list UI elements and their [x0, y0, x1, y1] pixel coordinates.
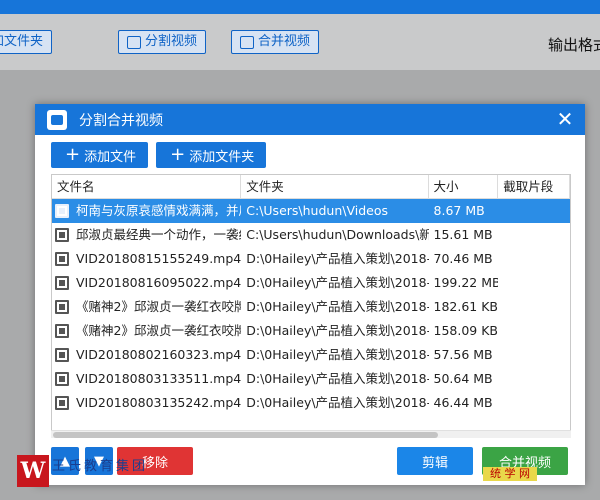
video-file-icon	[55, 252, 69, 266]
add-folder-label: 加文件夹	[0, 34, 44, 49]
add-folder-label: 添加文件夹	[189, 149, 255, 165]
table-row[interactable]: 邱淑贞最经典一个动作，一袭红 C:\Users\hudun\Downloads\…	[52, 223, 570, 247]
app-toolbar: 加文件夹 分割视频 合并视频 输出格式	[0, 14, 600, 70]
crop-icon	[127, 35, 141, 49]
filename-cell: 邱淑贞最经典一个动作，一袭红	[52, 223, 241, 247]
dialog-title-bar: 分割合并视频 ✕	[35, 104, 585, 135]
table-row[interactable]: 《赌神2》邱淑贞一袭红衣咬牌 D:\0Hailey\产品植入策划\2018-08…	[52, 295, 570, 319]
folder-cell: C:\Users\hudun\Videos	[246, 203, 388, 218]
folder-cell: D:\0Hailey\产品植入策划\2018-08	[246, 251, 429, 266]
clip-cell	[498, 295, 570, 319]
add-file-label: 添加文件	[84, 149, 137, 165]
video-file-icon	[55, 228, 69, 242]
split-video-label: 分割视频	[145, 34, 198, 49]
clip-cell	[498, 391, 570, 415]
copy-icon	[240, 35, 254, 49]
edit-button[interactable]: 剪辑	[397, 447, 473, 475]
add-file-button[interactable]: + 添加文件	[51, 142, 149, 168]
filename-cell: VID20180803133511.mp4	[52, 367, 241, 391]
watermark-text: 王氏教育集团	[52, 459, 149, 474]
folder-cell: D:\0Hailey\产品植入策划\2018-08	[246, 395, 429, 410]
filename-cell: 柯南与灰原哀感情戏满满，并肩	[52, 199, 241, 223]
clip-cell	[498, 247, 570, 271]
table-row[interactable]: VID20180816095022.mp4 D:\0Hailey\产品植入策划\…	[52, 271, 570, 295]
video-file-icon	[55, 372, 69, 386]
clip-cell	[498, 271, 570, 295]
table-row[interactable]: 《赌神2》邱淑贞一袭红衣咬牌 D:\0Hailey\产品植入策划\2018-08…	[52, 319, 570, 343]
size-cell: 57.56 MB	[433, 347, 493, 362]
scrollbar-thumb[interactable]	[53, 432, 438, 438]
split-merge-dialog: 分割合并视频 ✕ + 添加文件 + 添加文件夹 文件名 文件夹 大小 截取片段 …	[35, 104, 585, 485]
column-header-folder[interactable]: 文件夹	[241, 175, 429, 199]
size-cell: 158.09 KB	[433, 323, 498, 338]
merge-video-button[interactable]: 合并视频	[231, 30, 320, 54]
dialog-actions: + 添加文件 + 添加文件夹	[51, 142, 267, 168]
watermark-badge: 统 学 网	[483, 467, 537, 481]
table-row[interactable]: VID20180815155249.mp4 D:\0Hailey\产品植入策划\…	[52, 247, 570, 271]
filename-text: VID20180802160323.mp4	[76, 347, 242, 362]
filename-cell: VID20180816095022.mp4	[52, 271, 241, 295]
column-header-size[interactable]: 大小	[429, 175, 499, 199]
video-file-icon	[55, 204, 69, 218]
filename-text: 《赌神2》邱淑贞一袭红衣咬牌	[76, 323, 242, 338]
video-file-icon	[55, 300, 69, 314]
folder-cell: D:\0Hailey\产品植入策划\2018-08	[246, 347, 429, 362]
merge-video-label: 合并视频	[258, 34, 311, 49]
filename-cell: 《赌神2》邱淑贞一袭红衣咬牌	[52, 319, 241, 343]
column-header-clip[interactable]: 截取片段	[498, 175, 570, 199]
add-folder-button[interactable]: + 添加文件夹	[156, 142, 267, 168]
video-file-icon	[55, 396, 69, 410]
plus-icon: +	[65, 144, 81, 165]
table-row[interactable]: 柯南与灰原哀感情戏满满，并肩 C:\Users\hudun\Videos 8.6…	[52, 199, 570, 223]
clip-cell	[498, 319, 570, 343]
table-header: 文件名 文件夹 大小 截取片段	[52, 175, 570, 199]
video-file-icon	[55, 348, 69, 362]
size-cell: 8.67 MB	[433, 203, 485, 218]
horizontal-scrollbar[interactable]	[51, 430, 571, 438]
size-cell: 50.64 MB	[433, 371, 493, 386]
dialog-title: 分割合并视频	[79, 112, 163, 129]
size-cell: 199.22 MB	[433, 275, 499, 290]
column-header-filename[interactable]: 文件名	[52, 175, 242, 199]
edit-label: 剪辑	[421, 455, 448, 471]
folder-cell: D:\0Hailey\产品植入策划\2018-08	[246, 275, 429, 290]
filename-text: 柯南与灰原哀感情戏满满，并肩	[76, 203, 242, 218]
filename-text: VID20180815155249.mp4	[76, 251, 242, 266]
clip-cell	[498, 367, 570, 391]
filename-text: VID20180816095022.mp4	[76, 275, 242, 290]
size-cell: 70.46 MB	[433, 251, 493, 266]
filename-cell: 《赌神2》邱淑贞一袭红衣咬牌	[52, 295, 241, 319]
plus-icon: +	[170, 144, 186, 165]
filename-cell: VID20180815155249.mp4	[52, 247, 241, 271]
add-folder-button[interactable]: 加文件夹	[0, 30, 53, 54]
filename-text: 《赌神2》邱淑贞一袭红衣咬牌	[76, 299, 242, 314]
clip-cell	[498, 343, 570, 367]
clip-cell	[498, 223, 570, 247]
table-row[interactable]: VID20180803133511.mp4 D:\0Hailey\产品植入策划\…	[52, 367, 570, 391]
folder-cell: D:\0Hailey\产品植入策划\2018-08	[246, 323, 429, 338]
watermark-logo: W	[17, 455, 49, 487]
filename-cell: VID20180803135242.mp4	[52, 391, 241, 415]
clip-cell	[498, 199, 570, 223]
size-cell: 15.61 MB	[433, 227, 493, 242]
folder-cell: D:\0Hailey\产品植入策划\2018-08	[246, 299, 429, 314]
app-logo-icon	[47, 109, 67, 130]
split-video-button[interactable]: 分割视频	[118, 30, 207, 54]
filename-cell: VID20180802160323.mp4	[52, 343, 241, 367]
file-table: 文件名 文件夹 大小 截取片段 柯南与灰原哀感情戏满满，并肩 C:\Users\…	[51, 174, 571, 436]
table-row[interactable]: VID20180803135242.mp4 D:\0Hailey\产品植入策划\…	[52, 391, 570, 415]
video-file-icon	[55, 324, 69, 338]
size-cell: 46.44 MB	[433, 395, 493, 410]
table-row[interactable]: VID20180802160323.mp4 D:\0Hailey\产品植入策划\…	[52, 343, 570, 367]
folder-cell: C:\Users\hudun\Downloads\新建	[246, 227, 429, 242]
size-cell: 182.61 KB	[433, 299, 498, 314]
close-icon[interactable]: ✕	[555, 109, 575, 129]
filename-text: 邱淑贞最经典一个动作，一袭红	[76, 227, 242, 242]
folder-cell: D:\0Hailey\产品植入策划\2018-08	[246, 371, 429, 386]
video-file-icon	[55, 276, 69, 290]
filename-text: VID20180803133511.mp4	[76, 371, 242, 386]
app-title-bar	[0, 0, 600, 14]
filename-text: VID20180803135242.mp4	[76, 395, 242, 410]
output-format-label: 输出格式	[548, 36, 600, 54]
